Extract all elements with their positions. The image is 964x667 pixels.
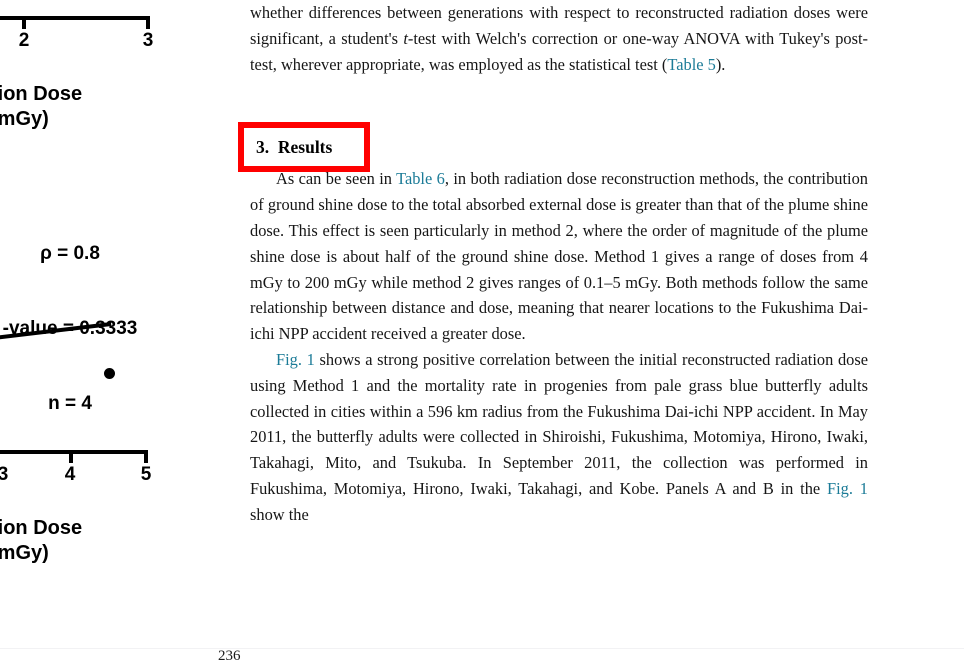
link-table-6[interactable]: Table 6	[396, 169, 445, 188]
par2-text-after-link: , in both radiation dose reconstruction …	[250, 169, 868, 344]
page-section-heading: 3. Results	[256, 137, 333, 157]
lower-axis-tick-5	[144, 450, 148, 463]
par1-text-after-link: ).	[715, 54, 726, 74]
lower-axis-title-line1: tion Dose	[0, 517, 83, 539]
upper-axis-tick-label-2: 2	[18, 30, 30, 51]
lower-axis-tick-label-4: 4	[64, 464, 76, 485]
par3-text-mid: shows a strong positive correlation betw…	[250, 349, 869, 498]
link-fig-1-first[interactable]: Fig. 1	[276, 350, 315, 369]
paragraph-statistical-test: whether differences between generations …	[250, 0, 868, 77]
results-heading-highlight-box: 3. Results	[238, 122, 370, 172]
page-bottom-divider	[0, 648, 964, 649]
lower-axis-tick-label-3: 3	[0, 464, 9, 485]
par3-text-after-link: show the	[250, 504, 309, 524]
lower-axis-line	[0, 450, 148, 454]
upper-axis-tick-label-3: 3	[142, 30, 154, 51]
upper-axis-tick-2	[22, 16, 26, 29]
document-page: 2 3 tion Dose (mGy) ρ = 0.8 -value = 0.3…	[0, 0, 964, 667]
stat-n: n = 4	[48, 393, 92, 414]
page-number: 236	[218, 648, 241, 664]
correlation-scatter-figure: 2 3 tion Dose (mGy) ρ = 0.8 -value = 0.3…	[0, 0, 200, 620]
lower-axis-tick-4	[69, 450, 73, 463]
link-table-5[interactable]: Table 5	[667, 55, 715, 74]
lower-axis-title-line2: (mGy)	[0, 542, 49, 564]
article-text-column: whether differences between generations …	[250, 0, 868, 528]
paragraph-results-doses: As can be seen in Table 6, in both radia…	[250, 166, 868, 347]
stat-rho: ρ = 0.8	[40, 243, 100, 264]
scatter-data-point	[104, 368, 115, 379]
upper-axis-tick-3	[146, 16, 150, 29]
par2-text-before-link: As can be seen in	[276, 169, 397, 189]
upper-axis-title-line2: (mGy)	[0, 108, 49, 130]
upper-axis-title-line1: tion Dose	[0, 83, 83, 105]
lower-axis-tick-label-5: 5	[140, 464, 152, 485]
paragraph-fig1-correlation: Fig. 1 shows a strong positive correlati…	[250, 347, 868, 528]
link-fig-1-second[interactable]: Fig. 1	[827, 479, 868, 498]
